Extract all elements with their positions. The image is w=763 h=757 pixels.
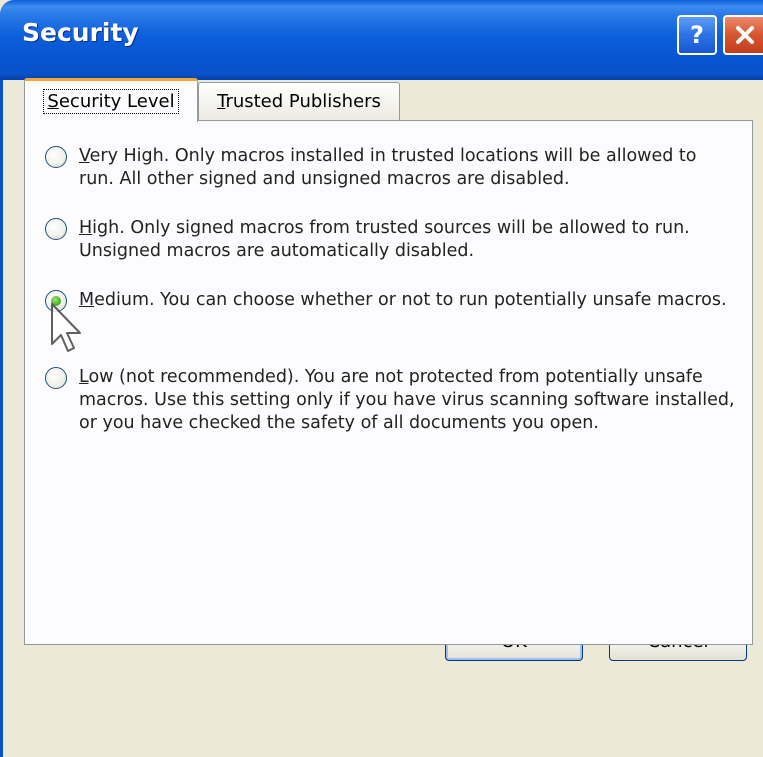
title-bar[interactable]: Security ? — [0, 0, 763, 80]
tab-security-level[interactable]: Security Level — [24, 78, 198, 122]
radio-high[interactable] — [45, 218, 67, 240]
option-low[interactable]: Low (not recommended). You are not prote… — [45, 366, 735, 435]
tab-trusted-publishers-label: Trusted Publishers — [217, 91, 381, 112]
mouse-pointer-icon — [51, 303, 81, 352]
close-button[interactable] — [723, 15, 763, 55]
option-text: igh. Only signed macros from trusted sou… — [79, 218, 690, 261]
security-level-page: Very High. Only macros installed in trus… — [24, 120, 753, 645]
option-text: ow (not recommended). You are not protec… — [79, 367, 735, 433]
tab-accelerator: S — [47, 91, 59, 112]
option-medium[interactable]: Medium. You can choose whether or not to… — [45, 289, 735, 312]
close-icon — [736, 26, 754, 44]
option-high[interactable]: High. Only signed macros from trusted so… — [45, 217, 735, 263]
tab-label-text: ecurity Level — [58, 91, 175, 112]
tab-trusted-publishers[interactable]: Trusted Publishers — [198, 82, 400, 120]
option-very-high[interactable]: Very High. Only macros installed in trus… — [45, 145, 735, 191]
option-accelerator: H — [79, 218, 93, 238]
option-text: edium. You can choose whether or not to … — [94, 290, 727, 310]
window-title: Security — [22, 18, 139, 47]
radio-low[interactable] — [45, 367, 67, 389]
help-icon: ? — [690, 21, 704, 49]
tab-security-level-label: Security Level — [43, 89, 179, 114]
option-high-label: High. Only signed macros from trusted so… — [79, 217, 735, 263]
option-very-high-label: Very High. Only macros installed in trus… — [79, 145, 735, 191]
tab-label-text: rusted Publishers — [225, 91, 381, 112]
help-button[interactable]: ? — [677, 15, 717, 55]
option-medium-label: Medium. You can choose whether or not to… — [79, 289, 727, 312]
option-accelerator: V — [79, 146, 90, 166]
security-dialog: Security ? Security Level Trusted Publis… — [0, 0, 763, 757]
option-text: ery High. Only macros installed in trust… — [79, 146, 697, 189]
option-low-label: Low (not recommended). You are not prote… — [79, 366, 735, 435]
radio-very-high[interactable] — [45, 146, 67, 168]
